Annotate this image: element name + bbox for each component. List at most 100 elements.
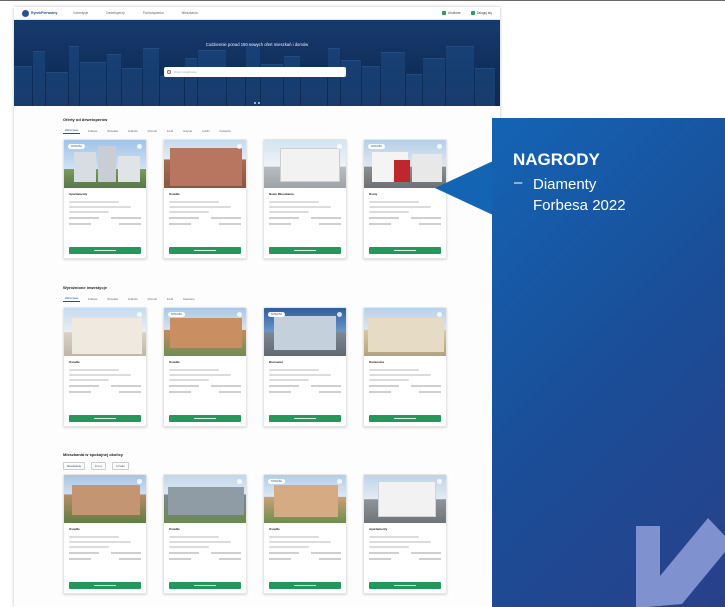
website-screenshot: RynekPierwotny Inwestycje Deweloperzy Po… bbox=[14, 7, 500, 607]
login-link[interactable]: Zaloguj się bbox=[470, 11, 492, 15]
card-row: Osiedle Osiedle NOWOŚĆ Osiedle Apartament… bbox=[63, 474, 447, 594]
see-offer-button[interactable] bbox=[369, 247, 441, 254]
offer-photo bbox=[64, 475, 146, 523]
filter-tab[interactable]: Łódź bbox=[165, 296, 175, 302]
new-badge: NOWOŚĆ bbox=[68, 144, 86, 149]
filter-tab[interactable]: Wrocław bbox=[105, 296, 120, 302]
offer-photo bbox=[264, 140, 346, 188]
offer-card[interactable]: Nowe Mieszkania bbox=[263, 139, 347, 259]
offer-photo bbox=[164, 475, 246, 523]
card-title: Domy bbox=[369, 192, 378, 196]
heart-icon[interactable] bbox=[237, 479, 242, 484]
card-title: Nowe Mieszkania bbox=[269, 192, 294, 196]
filter-tab[interactable]: Poznań bbox=[146, 128, 160, 134]
filter-chip[interactable]: Mieszkania bbox=[63, 462, 85, 470]
offer-card[interactable]: NOWOŚĆ Osiedle bbox=[263, 474, 347, 594]
filter-chip[interactable]: Domy bbox=[91, 462, 107, 470]
see-offer-button[interactable] bbox=[269, 247, 341, 254]
heart-icon[interactable] bbox=[237, 312, 242, 317]
filter-tab[interactable]: Gdynia bbox=[181, 128, 194, 134]
filter-tab[interactable]: Poznań bbox=[146, 296, 160, 302]
heart-icon[interactable] bbox=[237, 144, 242, 149]
new-badge: NOWOŚĆ bbox=[168, 312, 186, 317]
award-line: Forbesa 2022 bbox=[533, 197, 626, 214]
arrow-down-left-icon bbox=[636, 518, 725, 607]
search-input[interactable]: Wpisz lokalizację bbox=[164, 67, 346, 77]
hero-title: Codziennie ponad 150 nowych ofert mieszk… bbox=[205, 42, 309, 47]
see-offer-button[interactable] bbox=[169, 247, 241, 254]
offer-card[interactable]: Osiedle bbox=[163, 474, 247, 594]
offer-photo: NOWOŚĆ bbox=[164, 308, 246, 356]
filter-tab[interactable]: Lublin bbox=[200, 128, 211, 134]
new-badge: NOWOŚĆ bbox=[268, 312, 286, 317]
new-badge: NOWOŚĆ bbox=[368, 144, 386, 149]
see-offer-button[interactable] bbox=[369, 415, 441, 422]
card-title: Osiedle bbox=[169, 192, 180, 196]
offer-card[interactable]: NOWOŚĆ Apartamenty bbox=[63, 139, 147, 259]
section-title: Oferty od deweloperów bbox=[63, 117, 108, 122]
see-offer-button[interactable] bbox=[269, 415, 341, 422]
offer-card[interactable]: NOWOŚĆ Biurowiec bbox=[263, 307, 347, 427]
filter-tab[interactable]: Gdańsk bbox=[126, 296, 140, 302]
listing-section: Mieszkania w spokojnej okolicy Mieszkani… bbox=[63, 452, 447, 594]
city-filters: Warszawa Kraków Wrocław Gdańsk Poznań Łódź Gdy… bbox=[63, 127, 447, 134]
callout-pointer bbox=[435, 161, 493, 215]
filter-tab[interactable]: Gdańsk bbox=[126, 128, 140, 134]
heart-icon[interactable] bbox=[437, 479, 442, 484]
logo[interactable]: RynekPierwotny bbox=[22, 9, 57, 17]
page: RynekPierwotny Inwestycje Deweloperzy Po… bbox=[0, 0, 725, 607]
new-badge: NOWOŚĆ bbox=[268, 479, 286, 484]
see-offer-button[interactable] bbox=[69, 247, 141, 254]
heart-icon[interactable] bbox=[137, 144, 142, 149]
filter-tab[interactable]: Warszawa bbox=[63, 127, 80, 134]
filter-chip[interactable]: Działki bbox=[112, 462, 129, 470]
see-offer-button[interactable] bbox=[169, 415, 241, 422]
favorites-link[interactable]: Ulubione bbox=[441, 11, 461, 15]
card-title: Biurowiec bbox=[269, 360, 284, 364]
card-title: Osiedle bbox=[169, 360, 180, 364]
heart-icon[interactable] bbox=[337, 479, 342, 484]
hero-banner: Codziennie ponad 150 nowych ofert mieszk… bbox=[14, 20, 500, 106]
offer-card[interactable]: NOWOŚĆ Osiedle bbox=[163, 307, 247, 427]
offer-card[interactable]: Osiedle bbox=[163, 139, 247, 259]
see-offer-button[interactable] bbox=[369, 582, 441, 589]
carousel-dots[interactable] bbox=[14, 102, 500, 104]
filter-tab[interactable]: Kraków bbox=[86, 128, 99, 134]
filter-tab[interactable]: Wrocław bbox=[105, 128, 120, 134]
nav-link[interactable]: Porównywarka bbox=[143, 11, 164, 15]
heart-icon bbox=[441, 11, 446, 15]
card-title: Osiedle bbox=[169, 527, 180, 531]
heart-icon[interactable] bbox=[437, 312, 442, 317]
card-title: Osiedle bbox=[69, 527, 80, 531]
nav-link[interactable]: Mieszkania bbox=[182, 11, 198, 15]
nav-link[interactable]: Deweloperzy bbox=[106, 11, 124, 15]
see-offer-button[interactable] bbox=[169, 582, 241, 589]
filter-tab[interactable]: Katowice bbox=[181, 296, 196, 302]
heart-icon[interactable] bbox=[437, 144, 442, 149]
offer-card[interactable]: Kamienica bbox=[363, 307, 447, 427]
offer-photo bbox=[364, 308, 446, 356]
heart-icon[interactable] bbox=[337, 144, 342, 149]
search-icon bbox=[167, 70, 171, 74]
heart-icon[interactable] bbox=[137, 479, 142, 484]
search-placeholder: Wpisz lokalizację bbox=[174, 70, 197, 74]
see-offer-button[interactable] bbox=[69, 415, 141, 422]
offer-card[interactable]: Osiedle bbox=[63, 474, 147, 594]
nav-link[interactable]: Inwestycje bbox=[73, 11, 88, 15]
see-offer-button[interactable] bbox=[69, 582, 141, 589]
filter-tab[interactable]: Kraków bbox=[86, 296, 99, 302]
offer-photo: NOWOŚĆ bbox=[264, 475, 346, 523]
offer-card[interactable]: Osiedle bbox=[63, 307, 147, 427]
heart-icon[interactable] bbox=[137, 312, 142, 317]
offer-photo bbox=[164, 140, 246, 188]
card-title: Osiedle bbox=[69, 360, 80, 364]
filter-tab[interactable]: Warszawa bbox=[63, 295, 80, 302]
filter-tab[interactable]: Łódź bbox=[165, 128, 175, 134]
offer-card[interactable]: Apartamenty bbox=[363, 474, 447, 594]
filter-tab[interactable]: Katowice bbox=[218, 128, 233, 134]
heart-icon[interactable] bbox=[337, 312, 342, 317]
offer-photo: NOWOŚĆ bbox=[64, 140, 146, 188]
listing-section: Wyróżnione inwestycje Warszawa Kraków Wroc… bbox=[63, 285, 447, 427]
offer-photo bbox=[364, 475, 446, 523]
see-offer-button[interactable] bbox=[269, 582, 341, 589]
